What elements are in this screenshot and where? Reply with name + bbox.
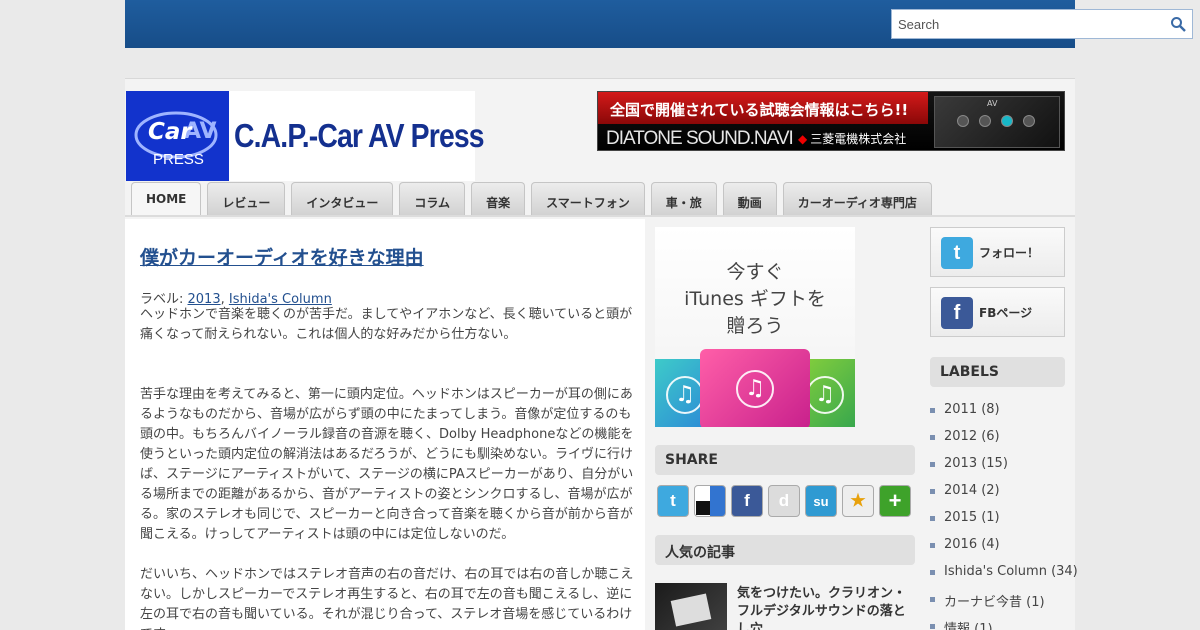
logo-mark-car: Car — [148, 119, 193, 145]
itunes-card-icon: ♫ — [700, 349, 810, 427]
tab-review[interactable]: レビュー — [207, 182, 286, 215]
fb-page-label: FBページ — [979, 306, 1033, 320]
itunes-ad-line: 贈ろう — [726, 315, 784, 337]
tab-video[interactable]: 動画 — [722, 182, 777, 215]
label-link[interactable]: 2011 (8) — [944, 402, 1000, 417]
itunes-ad-line: iTunes ギフトを — [684, 288, 826, 310]
stumbleupon-share-icon[interactable]: su — [805, 485, 837, 517]
delicious-share-icon[interactable] — [694, 485, 726, 517]
tab-smartphone[interactable]: スマートフォン — [531, 182, 645, 215]
popular-heading: 人気の記事 — [655, 535, 915, 565]
diatone-banner[interactable]: 全国で開催されている試聴会情報はこちら!! DIATONE SOUND.NAVI… — [597, 91, 1065, 151]
tab-column[interactable]: コラム — [399, 182, 466, 215]
facebook-page-button[interactable]: f FBページ — [930, 287, 1065, 337]
post-paragraph: 苦手な理由を考えてみると、第一に頭内定位。ヘッドホンはスピーカーが耳の側にあるよ… — [140, 387, 634, 542]
label-item: 2012 (6) — [930, 429, 1078, 456]
twitter-icon: t — [941, 237, 973, 269]
label-item: Ishida's Column (34) — [930, 564, 1078, 591]
label-item: 2015 (1) — [930, 510, 1078, 537]
label-item: 2016 (4) — [930, 537, 1078, 564]
tab-interview[interactable]: インタビュー — [291, 182, 394, 215]
label-link[interactable]: Ishida's Column (34) — [944, 564, 1078, 579]
tab-home[interactable]: HOME — [131, 182, 202, 215]
banner-headline: 全国で開催されている試聴会情報はこちら!! — [598, 92, 928, 124]
device-knob — [979, 115, 991, 127]
label-link[interactable]: 2016 (4) — [944, 537, 1000, 552]
itunes-ad-text: 今すぐ iTunes ギフトを 贈ろう — [655, 259, 855, 340]
tab-music[interactable]: 音楽 — [471, 182, 526, 215]
itunes-ad-line: 今すぐ — [726, 261, 784, 283]
nav-divider — [125, 215, 1075, 217]
top-bar — [125, 0, 1193, 48]
label-link[interactable]: カーナビ今昔 (1) — [944, 595, 1045, 610]
search-box — [891, 9, 1193, 39]
label-link[interactable]: 2014 (2) — [944, 483, 1000, 498]
tab-car-audio-shops[interactable]: カーオーディオ専門店 — [782, 182, 932, 215]
car-navi-device-icon: AV — [934, 96, 1060, 148]
site-title: C.A.P.-Car AV Press — [234, 117, 485, 154]
itunes-gift-ad[interactable]: 今すぐ iTunes ギフトを 贈ろう ♫ ♫ ♫ — [655, 227, 855, 427]
favorite-star-icon[interactable]: ★ — [842, 485, 874, 517]
digg-share-icon[interactable]: d — [768, 485, 800, 517]
addthis-plus-icon[interactable]: + — [879, 485, 911, 517]
device-knob — [957, 115, 969, 127]
twitter-share-icon[interactable]: t — [657, 485, 689, 517]
labels-heading: LABELS — [930, 357, 1065, 387]
mitsubishi-logo-icon: ◆ — [798, 132, 808, 146]
search-icon[interactable] — [1170, 16, 1186, 32]
post: 僕がカーオーディオを好きな理由 ラベル: 2013, Ishida's Colu… — [125, 219, 645, 630]
share-heading: SHARE — [655, 445, 915, 475]
label-item: 2014 (2) — [930, 483, 1078, 510]
main-nav: HOME レビュー インタビュー コラム 音楽 スマートフォン 車・旅 動画 カ… — [131, 182, 932, 217]
banner-corp-name: 三菱電機株式会社 — [810, 132, 907, 146]
label-item: 2011 (8) — [930, 402, 1078, 429]
post-title[interactable]: 僕がカーオーディオを好きな理由 — [140, 243, 424, 270]
logo-mark-press: PRESS — [153, 151, 204, 168]
device-thumbnail-shape — [670, 593, 712, 627]
popular-post-thumbnail[interactable] — [655, 583, 727, 630]
post-paragraph: だいいち、ヘッドホンではステレオ音声の右の音だけ、右の耳では右の音しか聴こえない… — [140, 567, 634, 630]
banner-brand: DIATONE SOUND.NAVI — [606, 128, 794, 149]
device-knob — [1023, 115, 1035, 127]
facebook-share-icon[interactable]: f — [731, 485, 763, 517]
label-link[interactable]: 情報 (1) — [944, 622, 993, 630]
label-link[interactable]: 2013 (15) — [944, 456, 1008, 471]
post-paragraph: ヘッドホンで音楽を聴くのが苦手だ。ましてやイアホンなど、長く聴いていると頭が痛く… — [140, 307, 633, 342]
follow-label: フォロー！ — [979, 246, 1040, 260]
page-wrapper: AV Car PRESS C.A.P.-Car AV Press 全国で開催され… — [125, 78, 1078, 630]
twitter-follow-button[interactable]: t フォロー！ — [930, 227, 1065, 277]
popular-post-title[interactable]: 気をつけたい。クラリオン・フルデジタルサウンドの落とし穴 — [737, 585, 915, 630]
site-logo[interactable]: AV Car PRESS C.A.P.-Car AV Press — [126, 91, 485, 181]
delicious-square — [696, 501, 710, 515]
share-buttons: t f d su ★ + — [657, 485, 911, 517]
label-item: 情報 (1) — [930, 618, 1078, 630]
logo-mark-icon: AV Car PRESS — [126, 91, 229, 181]
search-input[interactable] — [892, 10, 1162, 38]
label-item: 2013 (15) — [930, 456, 1078, 483]
banner-device-label: AV — [987, 99, 998, 108]
device-knob — [1001, 115, 1013, 127]
tab-car-travel[interactable]: 車・旅 — [650, 182, 717, 215]
banner-corp: ◆ 三菱電機株式会社 — [798, 130, 906, 147]
labels-list: 2011 (8) 2012 (6) 2013 (15) 2014 (2) 201… — [930, 402, 1078, 630]
label-link[interactable]: 2012 (6) — [944, 429, 1000, 444]
label-link[interactable]: 2015 (1) — [944, 510, 1000, 525]
facebook-icon: f — [941, 297, 973, 329]
label-item: カーナビ今昔 (1) — [930, 591, 1078, 618]
